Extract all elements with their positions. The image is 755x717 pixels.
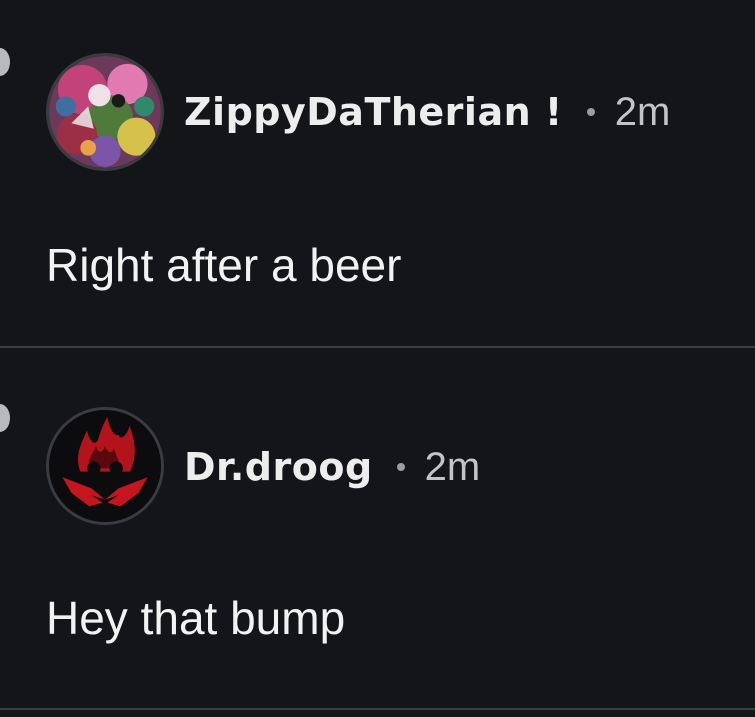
comment-text: Right after a beer bbox=[46, 239, 402, 291]
thread-indicator bbox=[0, 48, 10, 76]
avatar[interactable] bbox=[46, 53, 164, 171]
timestamp: 2m bbox=[424, 444, 481, 489]
comment-text: Hey that bump bbox=[46, 592, 346, 644]
comment-item: Dr.droog 2m Hey that bump bbox=[0, 348, 755, 708]
separator-dot bbox=[396, 463, 405, 471]
separator-dot bbox=[586, 108, 595, 116]
divider bbox=[0, 708, 755, 710]
multicolor-artwork-avatar-icon bbox=[49, 56, 161, 168]
red-flame-mask-avatar-icon bbox=[49, 410, 161, 522]
timestamp: 2m bbox=[614, 89, 671, 134]
thread-indicator bbox=[0, 404, 10, 432]
username[interactable]: Dr.droog bbox=[184, 445, 373, 489]
comment-header: ZippyDaTherian ! 2m bbox=[184, 87, 670, 137]
comment-item: ZippyDaTherian ! 2m Right after a beer bbox=[0, 0, 755, 346]
username[interactable]: ZippyDaTherian ! bbox=[184, 90, 563, 134]
comment-header: Dr.droog 2m bbox=[184, 442, 480, 492]
avatar[interactable] bbox=[46, 407, 164, 525]
